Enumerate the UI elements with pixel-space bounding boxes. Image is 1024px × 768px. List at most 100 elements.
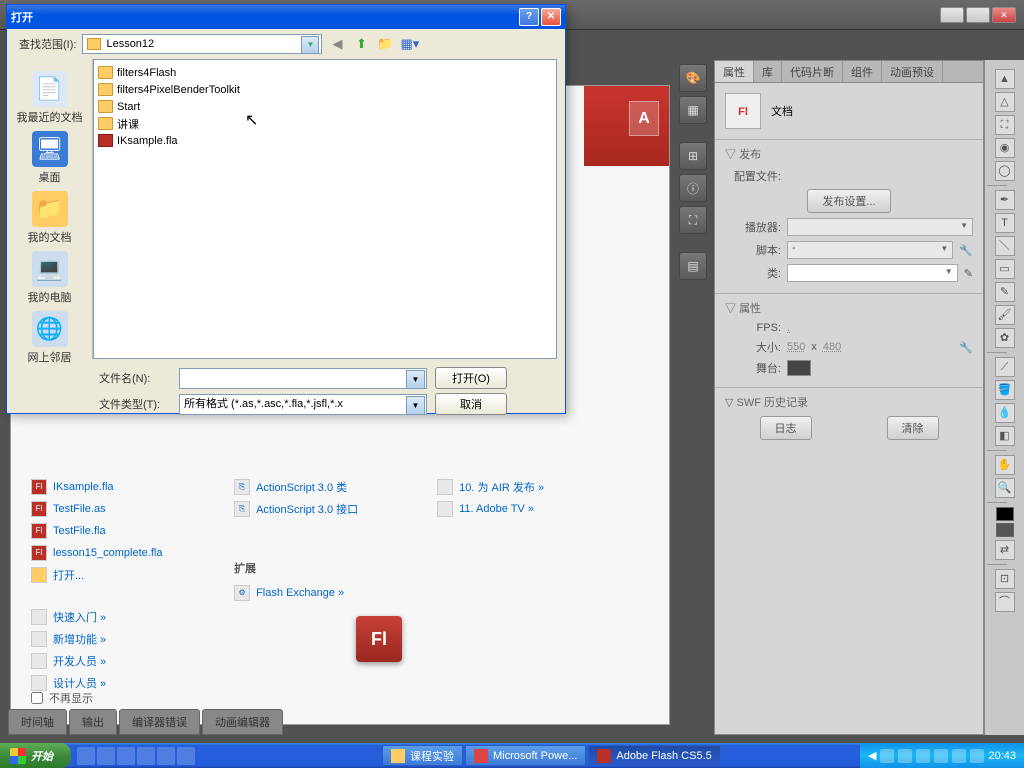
tray-icon[interactable] xyxy=(880,749,894,763)
sidebar-computer[interactable]: 💻我的电脑 xyxy=(7,251,92,305)
create-as-interface[interactable]: ⎘ActionScript 3.0 接口 xyxy=(234,498,434,520)
learn-link[interactable]: 11. Adobe TV » xyxy=(437,498,637,520)
tab-properties[interactable]: 属性 xyxy=(715,61,754,82)
new-folder-icon[interactable]: 📁 xyxy=(376,35,394,53)
tray-icon[interactable] xyxy=(916,749,930,763)
quicklaunch-icon[interactable] xyxy=(77,747,95,765)
fps-value[interactable]: . xyxy=(787,322,790,334)
hand-tool-icon[interactable]: ✋ xyxy=(995,455,1015,475)
transform-tool-icon[interactable]: ⛶ xyxy=(679,206,707,234)
width-value[interactable]: 550 xyxy=(787,341,805,353)
text-tool-icon[interactable]: T xyxy=(995,213,1015,233)
clear-button[interactable]: 清除 xyxy=(887,416,939,440)
eyedropper-icon[interactable]: 💧 xyxy=(995,403,1015,423)
start-button[interactable]: 开始 xyxy=(0,743,71,768)
taskbar-item[interactable]: Adobe Flash CS5.5 xyxy=(588,745,720,766)
quicklaunch-icon[interactable] xyxy=(117,747,135,765)
log-button[interactable]: 日志 xyxy=(760,416,812,440)
close-button[interactable]: ✕ xyxy=(992,7,1016,23)
height-value[interactable]: 480 xyxy=(823,341,841,353)
system-tray[interactable]: ◀ 20:43 xyxy=(860,743,1024,768)
attrs-section-title[interactable]: ▽ 属性 xyxy=(725,300,973,316)
recent-file[interactable]: FlTestFile.fla xyxy=(31,520,231,542)
wrench-icon[interactable]: 🔧 xyxy=(959,244,973,257)
color-tool-icon[interactable]: 🎨 xyxy=(679,64,707,92)
script-dropdown[interactable]: - xyxy=(787,241,953,259)
developers-link[interactable]: 开发人员 » xyxy=(31,650,106,672)
eraser-tool-icon[interactable]: ◧ xyxy=(995,426,1015,446)
cancel-button[interactable]: 取消 xyxy=(435,393,507,415)
3d-rotation-icon[interactable]: ◉ xyxy=(995,138,1015,158)
line-tool-icon[interactable]: ＼ xyxy=(995,236,1015,256)
recent-file[interactable]: FlTestFile.as xyxy=(31,498,231,520)
quicklaunch-icon[interactable] xyxy=(137,747,155,765)
info-tool-icon[interactable]: ⓘ xyxy=(679,174,707,202)
tray-icon[interactable] xyxy=(934,749,948,763)
publish-settings-button[interactable]: 发布设置... xyxy=(807,189,890,213)
swatches-tool-icon[interactable]: ▦ xyxy=(679,96,707,124)
class-input[interactable] xyxy=(787,264,958,282)
wrench-icon[interactable]: 🔧 xyxy=(959,341,973,354)
tray-icon[interactable] xyxy=(952,749,966,763)
list-item[interactable]: filters4Flash xyxy=(98,64,552,81)
tab-timeline[interactable]: 时间轴 xyxy=(8,709,67,735)
sidebar-documents[interactable]: 📁我的文档 xyxy=(7,191,92,245)
player-dropdown[interactable] xyxy=(787,218,973,236)
taskbar-item[interactable]: 课程实验 xyxy=(382,745,463,766)
create-as-class[interactable]: ⎘ActionScript 3.0 类 xyxy=(234,476,434,498)
list-item[interactable]: Start xyxy=(98,98,552,115)
clock[interactable]: 20:43 xyxy=(988,750,1016,762)
bone-tool-icon[interactable]: ⟋ xyxy=(995,357,1015,377)
rect-tool-icon[interactable]: ▭ xyxy=(995,259,1015,279)
sidebar-desktop[interactable]: 🖥桌面 xyxy=(7,131,92,185)
quicklaunch-icon[interactable] xyxy=(97,747,115,765)
stage-color-swatch[interactable] xyxy=(787,360,811,376)
filetype-dropdown[interactable]: 所有格式 (*.as,*.asc,*.fla,*.jsfl,*.x xyxy=(179,394,427,415)
tab-library[interactable]: 库 xyxy=(754,61,782,82)
list-item[interactable]: IKsample.fla xyxy=(98,132,552,149)
pencil-tool-icon[interactable]: ✎ xyxy=(995,282,1015,302)
taskbar-item[interactable]: Microsoft Powe... xyxy=(465,745,586,766)
restore-button[interactable]: ❐ xyxy=(966,7,990,23)
stroke-swatch[interactable] xyxy=(996,507,1014,521)
tab-motion-editor[interactable]: 动画编辑器 xyxy=(202,709,283,735)
free-transform-icon[interactable]: ⛶ xyxy=(995,115,1015,135)
tab-components[interactable]: 组件 xyxy=(843,61,882,82)
subselection-tool-icon[interactable]: △ xyxy=(995,92,1015,112)
fill-swatch[interactable] xyxy=(996,523,1014,537)
quicklaunch-icon[interactable] xyxy=(177,747,195,765)
pencil-icon[interactable]: ✎ xyxy=(964,267,973,280)
up-icon[interactable]: ⬆ xyxy=(352,35,370,53)
tray-icon[interactable] xyxy=(898,749,912,763)
lasso-tool-icon[interactable]: ◯ xyxy=(995,161,1015,181)
quicklaunch-icon[interactable] xyxy=(157,747,175,765)
zoom-tool-icon[interactable]: 🔍 xyxy=(995,478,1015,498)
tray-icon[interactable] xyxy=(970,749,984,763)
recent-file[interactable]: FlIKsample.fla xyxy=(31,476,231,498)
filename-input[interactable] xyxy=(179,368,427,389)
help-button[interactable]: ? xyxy=(519,8,539,26)
swap-colors-icon[interactable]: ⇄ xyxy=(995,540,1015,560)
whats-new-link[interactable]: 新增功能 » xyxy=(31,628,106,650)
list-item[interactable]: filters4PixelBenderToolkit xyxy=(98,81,552,98)
swf-section-title[interactable]: ▽ SWF 历史记录 xyxy=(725,394,973,410)
paint-bucket-icon[interactable]: 🪣 xyxy=(995,380,1015,400)
list-item[interactable]: 讲课 xyxy=(98,115,552,132)
back-icon[interactable]: ◀ xyxy=(328,35,346,53)
no-show-checkbox[interactable]: 不再显示 xyxy=(31,690,93,706)
snap-icon[interactable]: ⌒ xyxy=(995,592,1015,612)
tab-code-snippets[interactable]: 代码片断 xyxy=(782,61,843,82)
tab-output[interactable]: 输出 xyxy=(69,709,117,735)
open-file-link[interactable]: 打开... xyxy=(31,564,231,586)
align-tool-icon[interactable]: ⊞ xyxy=(679,142,707,170)
open-button[interactable]: 打开(O) xyxy=(435,367,507,389)
options-icon[interactable]: ⊡ xyxy=(995,569,1015,589)
dialog-close-button[interactable]: ✕ xyxy=(541,8,561,26)
sidebar-network[interactable]: 🌐网上邻居 xyxy=(7,311,92,365)
getting-started-link[interactable]: 快速入门 » xyxy=(31,606,106,628)
publish-section-title[interactable]: ▽ 发布 xyxy=(725,146,973,162)
sidebar-recent[interactable]: 📄我最近的文档 xyxy=(7,71,92,125)
flash-exchange-link[interactable]: ⚙Flash Exchange » xyxy=(234,582,434,604)
view-menu-icon[interactable]: ▦▾ xyxy=(400,35,418,53)
library-tool-icon[interactable]: ▤ xyxy=(679,252,707,280)
